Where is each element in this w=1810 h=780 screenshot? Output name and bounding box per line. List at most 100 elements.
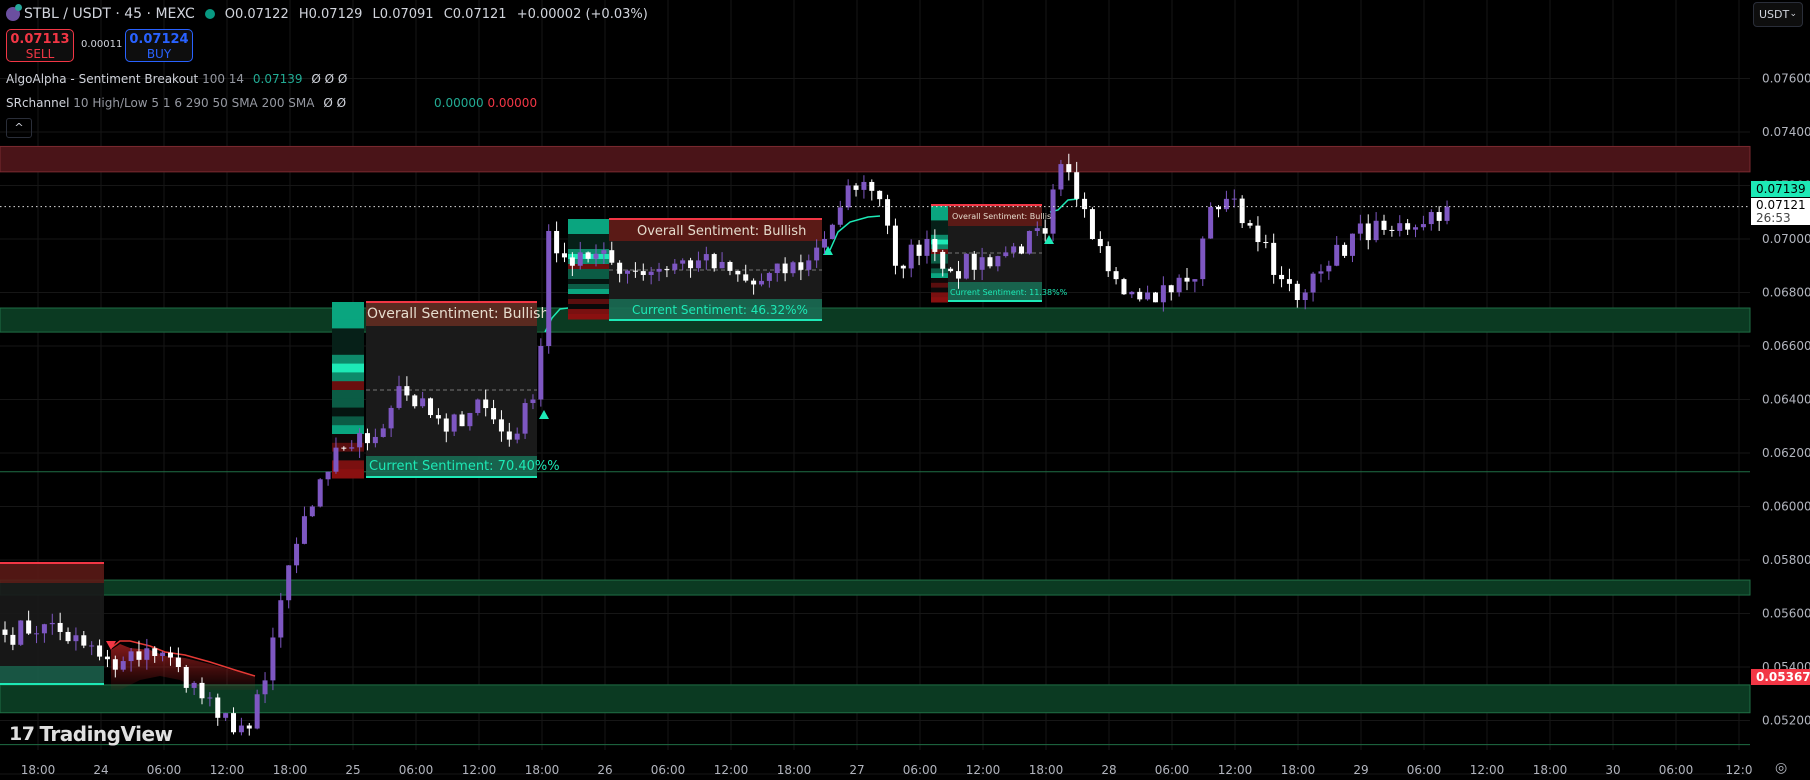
candle-body bbox=[73, 635, 79, 642]
sentiment-bin bbox=[931, 263, 948, 269]
sentiment-bin bbox=[568, 289, 609, 295]
candle-body bbox=[65, 631, 71, 642]
price-axis-label: 0.07400 bbox=[1762, 125, 1810, 139]
time-axis-label: 06:00 bbox=[1659, 763, 1694, 777]
sell-button[interactable]: 0.07113 SELL bbox=[6, 29, 74, 62]
candle-body bbox=[1121, 279, 1127, 295]
candle bbox=[837, 200, 843, 228]
candle-body bbox=[1373, 220, 1379, 241]
time-axis-label: 18:00 bbox=[1029, 763, 1064, 777]
sentiment-bin bbox=[568, 274, 609, 280]
candle-body bbox=[987, 257, 993, 267]
buy-button[interactable]: 0.07124 BUY bbox=[125, 29, 193, 62]
currency-select[interactable]: USDT ⌄ bbox=[1753, 2, 1803, 27]
candle-body bbox=[1011, 246, 1017, 253]
candle-body bbox=[751, 280, 757, 285]
time-axis[interactable]: 18:00 24 06:00 12:00 18:00 25 06:00 12:00 18:00 2… bbox=[21, 763, 1753, 777]
candle-body bbox=[1192, 279, 1198, 282]
candle-body bbox=[136, 651, 142, 660]
price-axis[interactable]: 0.076000.074000.072000.070000.068000.066… bbox=[1762, 72, 1810, 728]
candle-body bbox=[664, 268, 670, 270]
indicator-extras: Ø Ø bbox=[323, 96, 347, 110]
candle-body bbox=[585, 252, 591, 259]
sentiment-bin bbox=[931, 297, 948, 303]
sentiment-bin bbox=[332, 346, 364, 356]
candle-body bbox=[262, 680, 268, 695]
candle-body bbox=[18, 620, 24, 645]
sentiment-boxes: Overall Sentiment: Bullish Current Senti… bbox=[0, 198, 1079, 690]
candle bbox=[1444, 200, 1450, 225]
candle-body bbox=[577, 252, 583, 266]
candle bbox=[877, 190, 883, 207]
candle-body bbox=[1302, 292, 1308, 301]
candle-body bbox=[1184, 277, 1190, 282]
candle-body bbox=[1413, 227, 1419, 230]
indicator-legend-srchannel[interactable]: SRchannel 10 High/Low 5 1 6 290 50 SMA 2… bbox=[6, 96, 346, 110]
candle-body bbox=[294, 543, 300, 566]
candle-body bbox=[829, 224, 835, 239]
sentiment-bin bbox=[568, 314, 609, 320]
candle-body bbox=[81, 635, 87, 646]
settings-eye-icon[interactable]: ◎ bbox=[1775, 760, 1787, 776]
time-axis-label: 12:0 bbox=[1726, 763, 1753, 777]
candle-body bbox=[538, 346, 544, 400]
symbol-title[interactable]: STBL / USDT · 45 · MEXC bbox=[24, 6, 195, 22]
candle bbox=[908, 239, 914, 278]
candle-body bbox=[1428, 212, 1434, 225]
candle-body bbox=[1097, 239, 1103, 247]
sentiment-bin bbox=[931, 292, 948, 298]
currency-label: USDT bbox=[1759, 8, 1790, 21]
sentiment-bin bbox=[332, 337, 364, 347]
candle-body bbox=[845, 185, 851, 208]
candle-body bbox=[1050, 189, 1056, 234]
price-axis-label: 0.06000 bbox=[1762, 500, 1810, 514]
candle-body bbox=[554, 230, 560, 254]
candle-body bbox=[246, 725, 252, 729]
candle-body bbox=[451, 414, 457, 432]
indicator-legend-sentiment[interactable]: AlgoAlpha - Sentiment Breakout 100 14 0.… bbox=[6, 72, 347, 86]
candle bbox=[301, 506, 307, 545]
candle bbox=[1397, 215, 1403, 237]
time-axis-label: 12:00 bbox=[1470, 763, 1505, 777]
candle-body bbox=[270, 637, 276, 681]
tradingview-logo[interactable]: 17 TradingView bbox=[9, 722, 173, 746]
candle bbox=[1231, 189, 1237, 208]
sentiment-bin bbox=[568, 304, 609, 310]
sentiment-bin bbox=[332, 416, 364, 426]
sentiment-bin bbox=[332, 328, 364, 338]
candle-body bbox=[309, 506, 315, 517]
candle-body bbox=[183, 667, 189, 688]
candle-body bbox=[1231, 198, 1237, 200]
sentiment-bin bbox=[568, 309, 609, 315]
candle bbox=[1239, 195, 1245, 228]
candle-body bbox=[853, 185, 859, 190]
candle-body bbox=[1349, 233, 1355, 256]
candle bbox=[561, 242, 567, 263]
srchannel-values: 0.00000 0.00000 bbox=[434, 96, 537, 110]
candle bbox=[1263, 234, 1269, 249]
candle-body bbox=[814, 247, 820, 261]
sentiment-box-3: Overall Sentiment: Bullish Current Senti… bbox=[931, 204, 1068, 303]
market-status-icon[interactable] bbox=[204, 9, 215, 19]
candle-body bbox=[325, 471, 331, 480]
candle-body bbox=[372, 436, 378, 444]
candle bbox=[1089, 207, 1095, 240]
candle-body bbox=[483, 399, 489, 409]
collapse-legend-button[interactable]: ^ bbox=[6, 118, 32, 138]
price-chart[interactable]: Overall Sentiment: Bullish Current Senti… bbox=[0, 0, 1810, 780]
candle-body bbox=[530, 399, 536, 404]
indicator-extras: Ø Ø Ø bbox=[311, 72, 348, 86]
candle-body bbox=[144, 648, 150, 660]
sentiment-bin bbox=[931, 210, 948, 217]
candle-body bbox=[869, 181, 875, 191]
candle bbox=[1294, 280, 1300, 308]
sell-label: SELL bbox=[25, 47, 55, 61]
candle bbox=[1152, 291, 1158, 303]
candle bbox=[1279, 266, 1285, 288]
candle-body bbox=[1247, 223, 1253, 226]
candle-body bbox=[26, 620, 32, 634]
candle bbox=[1200, 236, 1206, 287]
candle-body bbox=[34, 633, 40, 635]
candle-body bbox=[506, 431, 512, 440]
sentiment-bin bbox=[931, 287, 948, 293]
